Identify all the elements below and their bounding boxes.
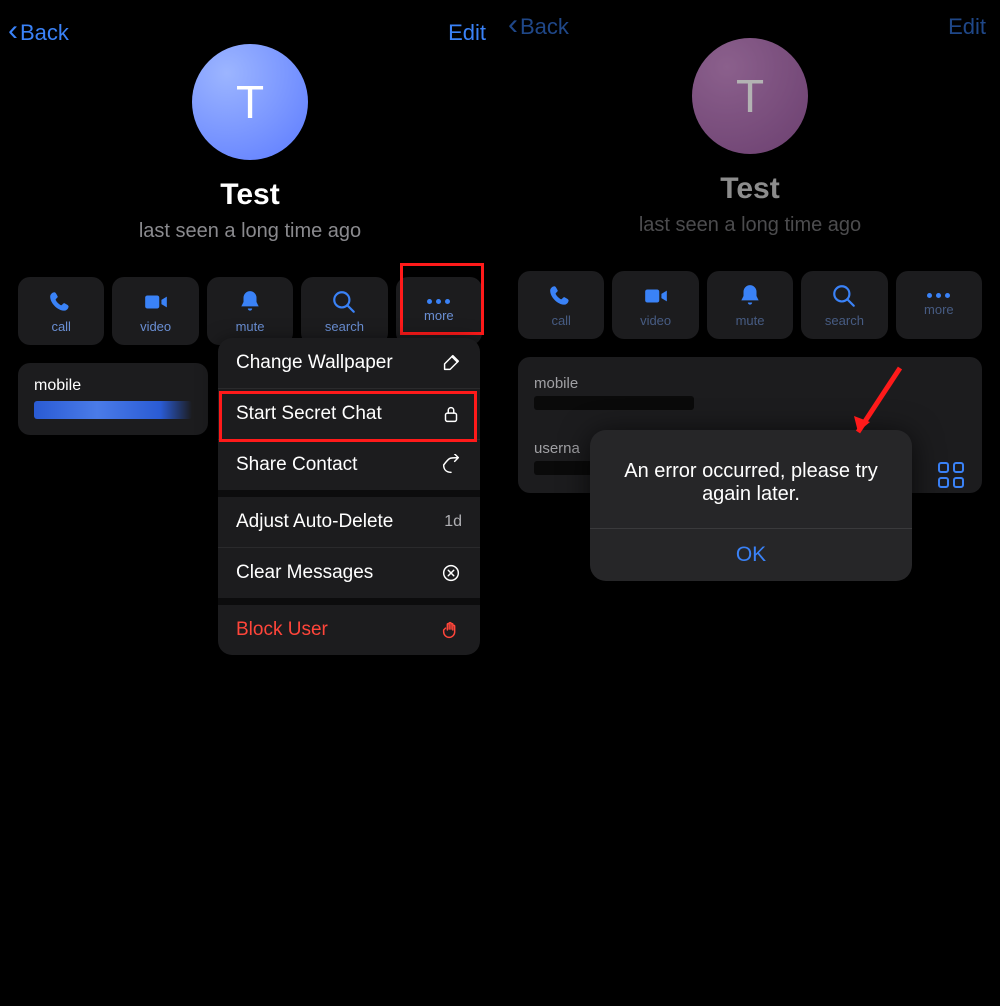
avatar-initial: T <box>236 75 264 129</box>
clear-icon <box>440 562 462 584</box>
menu-label: Block User <box>236 619 328 641</box>
search-icon <box>331 289 357 315</box>
video-label: video <box>640 313 671 328</box>
back-label: Back <box>520 14 569 40</box>
mobile-card: mobile <box>18 363 208 435</box>
avatar-initial: T <box>736 69 764 123</box>
contact-status: last seen a long time ago <box>139 220 361 243</box>
call-button[interactable]: call <box>18 277 104 345</box>
hand-icon <box>440 619 462 641</box>
profile-header: T Test last seen a long time ago <box>0 44 500 243</box>
menu-block-user[interactable]: Block User <box>218 605 480 655</box>
back-button[interactable]: ‹ Back <box>508 12 569 42</box>
more-icon <box>427 299 450 304</box>
chevron-left-icon: ‹ <box>8 14 18 48</box>
avatar[interactable]: T <box>192 44 308 160</box>
search-label: search <box>325 319 364 334</box>
menu-label: Share Contact <box>236 454 357 476</box>
mute-label: mute <box>736 313 765 328</box>
left-screenshot: ‹ Back Edit T Test last seen a long time… <box>0 0 500 1006</box>
video-label: video <box>140 319 171 334</box>
search-button[interactable]: search <box>801 271 887 339</box>
lock-icon <box>440 403 462 425</box>
action-row: call video mute search more <box>500 237 1000 339</box>
more-label: more <box>424 308 454 323</box>
auto-delete-value: 1d <box>444 513 462 531</box>
redacted-phone <box>34 401 192 419</box>
call-button[interactable]: call <box>518 271 604 339</box>
search-label: search <box>825 313 864 328</box>
mobile-label: mobile <box>534 375 966 392</box>
phone-icon <box>48 289 74 315</box>
mobile-row[interactable]: mobile <box>534 369 966 416</box>
mute-label: mute <box>236 319 265 334</box>
back-button[interactable]: ‹ Back <box>8 18 69 48</box>
back-label: Back <box>20 20 69 46</box>
search-button[interactable]: search <box>301 277 387 345</box>
phone-icon <box>548 283 574 309</box>
right-screenshot: ‹ Back Edit T Test last seen a long time… <box>500 0 1000 1006</box>
menu-start-secret-chat[interactable]: Start Secret Chat <box>218 389 480 440</box>
avatar[interactable]: T <box>692 38 808 154</box>
bell-icon <box>237 289 263 315</box>
dialog-ok-button[interactable]: OK <box>590 529 912 581</box>
more-button[interactable]: more <box>896 271 982 339</box>
menu-label: Adjust Auto-Delete <box>236 511 393 533</box>
redacted-phone <box>534 396 694 410</box>
more-menu: Change Wallpaper Start Secret Chat Share… <box>218 338 480 655</box>
action-row: call video mute search more <box>0 243 500 345</box>
qr-icon[interactable] <box>938 462 964 488</box>
more-button[interactable]: more <box>396 277 482 345</box>
dialog-message: An error occurred, please try again late… <box>590 430 912 529</box>
contact-name: Test <box>720 172 779 206</box>
more-icon <box>927 293 950 298</box>
contact-name: Test <box>220 178 279 212</box>
chevron-left-icon: ‹ <box>508 8 518 42</box>
call-label: call <box>51 319 71 334</box>
menu-label: Clear Messages <box>236 562 373 584</box>
share-icon <box>440 454 462 476</box>
video-button[interactable]: video <box>112 277 198 345</box>
error-dialog: An error occurred, please try again late… <box>590 430 912 581</box>
call-label: call <box>551 313 571 328</box>
menu-adjust-auto-delete[interactable]: Adjust Auto-Delete 1d <box>218 497 480 548</box>
menu-label: Change Wallpaper <box>236 352 393 374</box>
edit-button[interactable]: Edit <box>948 14 986 40</box>
video-icon <box>643 283 669 309</box>
profile-header: T Test last seen a long time ago <box>500 38 1000 237</box>
bell-icon <box>737 283 763 309</box>
mute-button[interactable]: mute <box>707 271 793 339</box>
video-button[interactable]: video <box>612 271 698 339</box>
menu-clear-messages[interactable]: Clear Messages <box>218 548 480 605</box>
mobile-label: mobile <box>34 377 192 395</box>
contact-status: last seen a long time ago <box>639 214 861 237</box>
more-label: more <box>924 302 954 317</box>
mute-button[interactable]: mute <box>207 277 293 345</box>
menu-share-contact[interactable]: Share Contact <box>218 440 480 497</box>
search-icon <box>831 283 857 309</box>
menu-change-wallpaper[interactable]: Change Wallpaper <box>218 338 480 389</box>
brush-icon <box>440 352 462 374</box>
menu-label: Start Secret Chat <box>236 403 382 425</box>
edit-button[interactable]: Edit <box>448 20 486 46</box>
video-icon <box>143 289 169 315</box>
